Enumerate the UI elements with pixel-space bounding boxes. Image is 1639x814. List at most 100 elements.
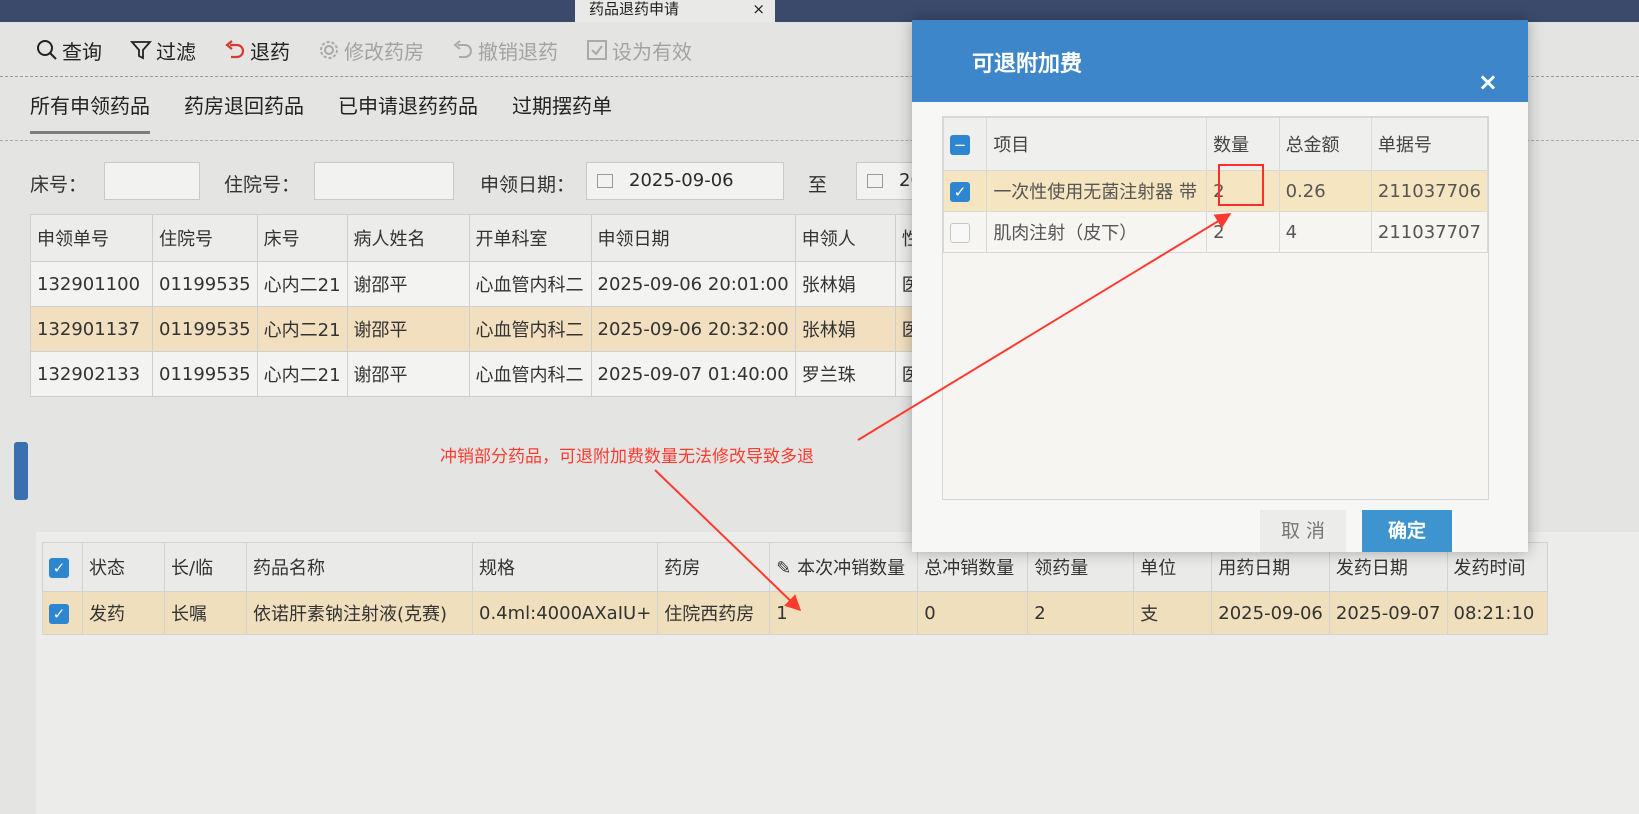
highlight-box	[1218, 164, 1264, 206]
cancel-return-button[interactable]: 撤销退药	[452, 36, 558, 65]
current-offset-qty-input[interactable]: 1	[769, 591, 919, 635]
cell-inpatient-no: 01199535	[152, 261, 258, 307]
date-from-input[interactable]: 2025-09-06	[586, 162, 784, 200]
search-icon	[37, 40, 57, 60]
extra-fee-grid: 项目 数量 总金额 单据号 一次性使用无菌注射器 带 2 0.26 211037…	[942, 116, 1489, 500]
col-current-offset-qty[interactable]: ✎ 本次冲销数量	[769, 542, 919, 592]
splitter-handle[interactable]	[14, 442, 28, 500]
extra-fee-header: 项目 数量 总金额 单据号	[942, 117, 1489, 171]
col-apply-date[interactable]: 申领日期	[590, 214, 796, 262]
annotation-text: 冲销部分药品，可退附加费数量无法修改导致多退	[440, 447, 814, 467]
edit-icon: ✎	[776, 558, 792, 579]
col-patient-name[interactable]: 病人姓名	[346, 214, 470, 262]
window-titlebar: 药品退药申请 ×	[0, 0, 1639, 22]
col-current-offset-qty-label: 本次冲销数量	[797, 558, 906, 579]
query-button[interactable]: 查询	[36, 36, 102, 65]
cell-dispense-time: 08:21:10	[1446, 591, 1548, 635]
row-checkbox[interactable]	[942, 170, 988, 212]
table-row[interactable]: 肌肉注射（皮下） 2 4 211037707	[942, 211, 1489, 253]
table-row[interactable]: 一次性使用无菌注射器 带 2 0.26 211037706	[942, 170, 1489, 212]
col-total-amount[interactable]: 总金额	[1278, 117, 1372, 171]
cell-total-offset-qty: 0	[917, 591, 1029, 635]
set-valid-label: 设为有效	[612, 39, 692, 64]
minus-icon[interactable]	[950, 134, 970, 155]
tab-expired-dispense[interactable]: 过期摆药单	[512, 90, 612, 134]
table-row[interactable]: 132901137 01199535 心内二21 谢邵平 心血管内科二 2025…	[30, 306, 963, 352]
cell-bed: 心内二21	[256, 351, 348, 397]
cell-total-amount: 0.26	[1278, 170, 1372, 212]
cell-apply-no: 132901137	[30, 306, 153, 352]
confirm-button[interactable]: 确定	[1362, 510, 1452, 552]
cell-spec: 0.4ml:4000AXaIU+	[471, 591, 659, 635]
filter-bar: 床号： 住院号： 申领日期： 2025-09-06 至 2025	[30, 160, 1030, 206]
cell-apply-no: 132901100	[30, 261, 153, 307]
cell-unit: 支	[1133, 591, 1213, 635]
col-bed[interactable]: 床号	[256, 214, 348, 262]
col-drug-name[interactable]: 药品名称	[246, 542, 473, 592]
cell-apply-date: 2025-09-07 01:40:00	[590, 351, 796, 397]
modify-pharmacy-button[interactable]: 修改药房	[318, 36, 424, 65]
cell-pharmacy: 住院西药房	[657, 591, 771, 635]
cancel-button[interactable]: 取 消	[1260, 510, 1346, 552]
tab-close-icon[interactable]: ×	[752, 0, 765, 18]
bed-label: 床号：	[30, 174, 88, 196]
check-icon[interactable]	[950, 181, 970, 202]
to-label: 至	[808, 174, 828, 196]
dialog-title: 可退附加费	[972, 52, 1083, 77]
cell-patient-name: 谢邵平	[346, 351, 470, 397]
cell-applicant: 张林娟	[794, 261, 896, 307]
col-department[interactable]: 开单科室	[468, 214, 592, 262]
filter-button[interactable]: 过滤	[130, 36, 196, 65]
cell-apply-date: 2025-09-06 20:32:00	[590, 306, 796, 352]
apply-date-label: 申领日期：	[480, 174, 576, 196]
tab-all-applied[interactable]: 所有申领药品	[30, 90, 150, 134]
set-valid-button[interactable]: 设为有效	[586, 36, 692, 65]
calendar-icon[interactable]	[867, 174, 883, 188]
checkbox-icon[interactable]	[950, 222, 970, 243]
calendar-icon[interactable]	[597, 174, 613, 188]
cell-item: 肌肉注射（皮下）	[986, 211, 1208, 253]
col-pharmacy[interactable]: 药房	[657, 542, 771, 592]
cancel-return-label: 撤销退药	[478, 39, 558, 64]
select-all-checkbox[interactable]	[942, 117, 988, 171]
col-document-no[interactable]: 单据号	[1370, 117, 1489, 171]
table-row[interactable]: 132901100 01199535 心内二21 谢邵平 心血管内科二 2025…	[30, 261, 963, 307]
close-icon[interactable]: ×	[1478, 68, 1498, 96]
drug-table: 状态 长/临 药品名称 规格 药房 ✎ 本次冲销数量 总冲销数量 领药量 单位 …	[42, 542, 1548, 635]
cell-dispense-date: 2025-09-07	[1328, 591, 1448, 635]
col-spec[interactable]: 规格	[471, 542, 659, 592]
check-icon[interactable]	[49, 557, 69, 578]
col-quantity[interactable]: 数量	[1206, 117, 1280, 171]
row-checkbox[interactable]	[942, 211, 988, 253]
dialog-header: 可退附加费 ×	[912, 20, 1528, 102]
row-checkbox[interactable]	[42, 591, 83, 635]
apply-table: 申领单号 住院号 床号 病人姓名 开单科室 申领日期 申领人 性质 132901…	[30, 214, 963, 397]
col-inpatient-no[interactable]: 住院号	[152, 214, 258, 262]
cell-applicant: 张林娟	[794, 306, 896, 352]
table-row[interactable]: 发药 长嘱 依诺肝素钠注射液(克赛) 0.4ml:4000AXaIU+ 住院西药…	[42, 591, 1548, 635]
cell-drug-name: 依诺肝素钠注射液(克赛)	[246, 591, 473, 635]
cell-department: 心血管内科二	[468, 261, 592, 307]
col-status[interactable]: 状态	[82, 542, 165, 592]
tab-drug-return[interactable]: 药品退药申请 ×	[575, 0, 775, 22]
apply-table-header: 申领单号 住院号 床号 病人姓名 开单科室 申领日期 申领人 性质	[30, 214, 963, 262]
extra-fee-table: 项目 数量 总金额 单据号 一次性使用无菌注射器 带 2 0.26 211037…	[942, 117, 1489, 253]
check-icon[interactable]	[49, 603, 69, 624]
col-applicant[interactable]: 申领人	[794, 214, 896, 262]
tab-pharmacy-returned[interactable]: 药房退回药品	[184, 90, 304, 134]
cell-total-amount: 4	[1278, 211, 1372, 253]
col-apply-no[interactable]: 申领单号	[30, 214, 153, 262]
drug-panel: 状态 长/临 药品名称 规格 药房 ✎ 本次冲销数量 总冲销数量 领药量 单位 …	[36, 532, 1639, 814]
cell-department: 心血管内科二	[468, 351, 592, 397]
select-all-checkbox[interactable]	[42, 542, 83, 592]
return-drug-button[interactable]: 退药	[224, 36, 290, 65]
inpatient-input[interactable]	[314, 162, 454, 200]
tab-return-applied[interactable]: 已申请退药药品	[338, 90, 478, 134]
bed-input[interactable]	[104, 162, 200, 200]
col-item[interactable]: 项目	[986, 117, 1208, 171]
filter-label: 过滤	[156, 39, 196, 64]
table-row[interactable]: 132902133 01199535 心内二21 谢邵平 心血管内科二 2025…	[30, 351, 963, 397]
col-long-temp[interactable]: 长/临	[164, 542, 247, 592]
modify-pharmacy-label: 修改药房	[344, 39, 424, 64]
cell-patient-name: 谢邵平	[346, 306, 470, 352]
